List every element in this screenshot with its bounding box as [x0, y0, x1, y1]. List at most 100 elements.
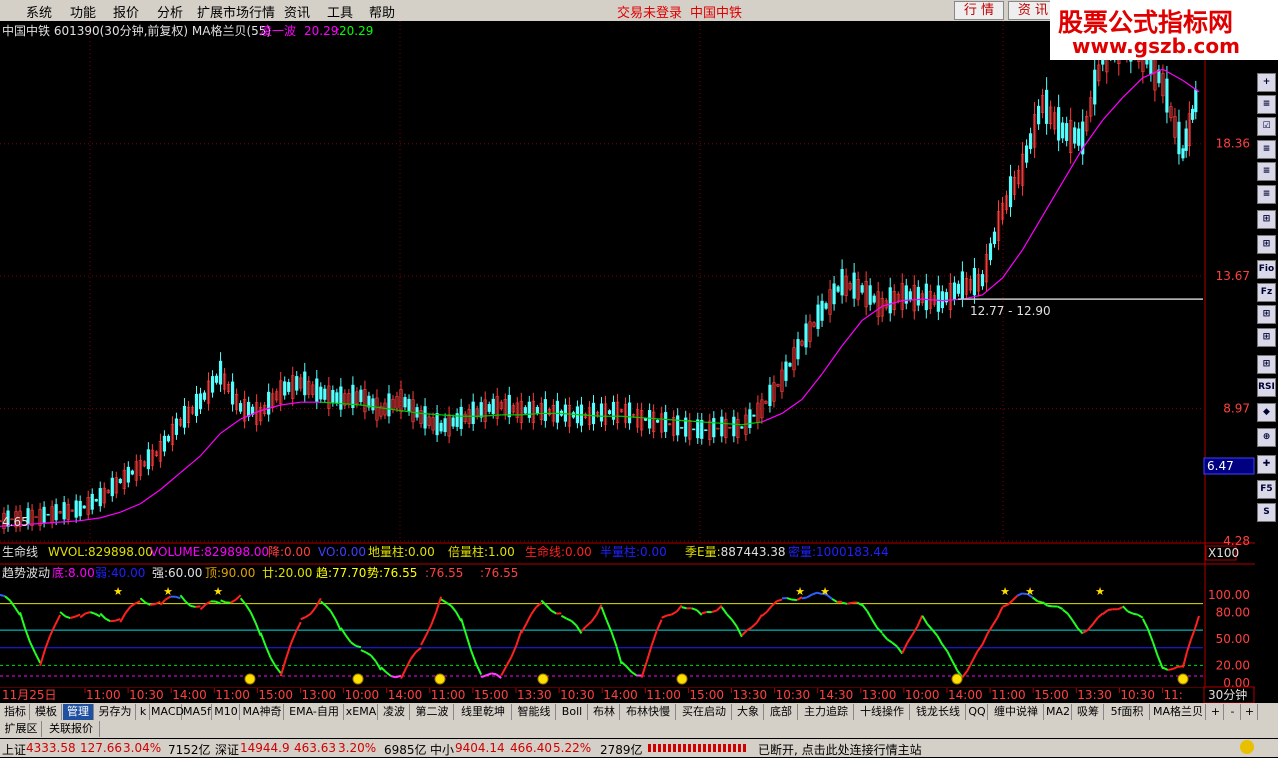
tab-29[interactable]: MA格兰贝 [1151, 704, 1206, 720]
time-tick-label: 14:00 [172, 688, 207, 702]
candle-body [712, 418, 715, 437]
zoom-in-icon[interactable]: + [1257, 73, 1276, 92]
wave-line-segment [306, 614, 311, 617]
tab-nav-0[interactable]: + [1208, 704, 1224, 720]
window-icon[interactable]: ⊞ [1257, 210, 1276, 229]
candle-body [1194, 90, 1197, 112]
menu-item-0[interactable]: 系统 [26, 2, 52, 21]
sync-icon[interactable]: S [1257, 503, 1276, 522]
vol-metric-value: 829898.00 [204, 545, 269, 559]
candle-body [239, 403, 242, 411]
f5-icon[interactable]: F5 [1257, 480, 1276, 499]
candle-body [825, 303, 828, 308]
tab-2[interactable]: 管理 [63, 704, 94, 720]
time-tick-label: 15:00 [689, 688, 724, 702]
vol-metric-name: 降: [268, 545, 284, 559]
menu-item-7[interactable]: 帮助 [369, 2, 395, 21]
tab-26[interactable]: MA2 [1045, 704, 1072, 720]
tab-0[interactable]: 指标 [1, 704, 30, 720]
wave-metric-name: 顶: [205, 566, 221, 580]
tab-22[interactable]: 十线操作 [855, 704, 910, 720]
tab-nav-2[interactable]: + [1242, 704, 1258, 720]
tab-13[interactable]: 线里乾坤 [455, 704, 512, 720]
tab-19[interactable]: 大象 [733, 704, 764, 720]
tab-5[interactable]: MACD [151, 704, 182, 720]
rsi-icon[interactable]: RSI [1257, 378, 1276, 397]
tab-20[interactable]: 底部 [765, 704, 798, 720]
tab-9[interactable]: EMA-自用 [285, 704, 344, 720]
x100-label: X100 [1208, 546, 1239, 560]
candle-body [733, 417, 736, 436]
tab-3[interactable]: 另存为 [95, 704, 136, 720]
tab-4[interactable]: k [137, 704, 150, 720]
tab-11[interactable]: 凌波 [379, 704, 410, 720]
menu-item-2[interactable]: 报价 [113, 2, 139, 21]
tab-24[interactable]: QQ [967, 704, 988, 720]
tab-14[interactable]: 智能线 [513, 704, 556, 720]
tab-6[interactable]: MA5f [183, 704, 212, 720]
tab-23[interactable]: 钱龙长线 [911, 704, 966, 720]
candle-body [853, 273, 856, 298]
tab-1[interactable]: 模板 [31, 704, 62, 720]
f10-icon[interactable]: Fio [1257, 260, 1276, 279]
ma-line-segment [1183, 81, 1199, 92]
tab-extension-area[interactable]: 扩展区 [1, 721, 42, 737]
menu-item-6[interactable]: 工具 [327, 2, 353, 21]
connection-status-icon[interactable] [1240, 740, 1254, 754]
menu-item-4[interactable]: 扩展市场行情 [197, 2, 275, 21]
table-icon[interactable]: ≡ [1257, 140, 1276, 159]
ma-line-segment [802, 374, 822, 399]
tab-7[interactable]: M10 [213, 704, 240, 720]
menu-item-3[interactable]: 分析 [157, 2, 183, 21]
tab-related-quotes[interactable]: 关联报价 [43, 721, 100, 737]
list-icon[interactable]: ≡ [1257, 95, 1276, 114]
candle-body [700, 420, 703, 438]
quote-button[interactable]: 行 情 [954, 1, 1004, 20]
wave-line-segment [566, 619, 571, 621]
check-icon[interactable]: ☑ [1257, 117, 1276, 136]
wave-line-segment [1073, 621, 1078, 629]
star-icon: ★ [795, 585, 805, 598]
candle-body [704, 430, 707, 431]
menu-item-5[interactable]: 资讯 [284, 2, 310, 21]
wave-line-segment [251, 612, 256, 623]
grid-icon[interactable]: ≡ [1257, 162, 1276, 181]
trade-status-text[interactable]: 交易未登录 [617, 2, 682, 21]
tab-15[interactable]: Boll [557, 704, 588, 720]
tab-16[interactable]: 布林 [589, 704, 620, 720]
compare-icon[interactable]: ⊞ [1257, 305, 1276, 324]
candle-body [211, 376, 214, 392]
move-icon[interactable]: ✚ [1257, 455, 1276, 474]
tab-nav-1[interactable]: - [1225, 704, 1241, 720]
bars-icon[interactable]: ≡ [1257, 185, 1276, 204]
tab-18[interactable]: 买在启动 [677, 704, 732, 720]
wave-line-segment [125, 607, 130, 614]
overlay-icon[interactable]: ⊞ [1257, 328, 1276, 347]
tab-21[interactable]: 主力追踪 [799, 704, 854, 720]
tab-25[interactable]: 缠中说禅 [989, 704, 1044, 720]
tab-8[interactable]: MA神奇 [241, 704, 284, 720]
tab-17[interactable]: 布林快慢 [621, 704, 676, 720]
chart-area[interactable]: 18.3613.678.974.2812.77 - 12.906.474.65中… [0, 21, 1278, 703]
candle-body [1037, 106, 1040, 124]
time-tick-label: 10:00 [905, 688, 940, 702]
tab-27[interactable]: 吸筹 [1073, 704, 1104, 720]
tab-28[interactable]: 5f面积 [1105, 704, 1150, 720]
vol-metric-6: 生命线:0.00 [525, 544, 592, 559]
menu-item-1[interactable]: 功能 [70, 2, 96, 21]
candle-body [536, 407, 539, 413]
layout-icon[interactable]: ⊞ [1257, 355, 1276, 374]
crosshair-icon[interactable]: ⊕ [1257, 428, 1276, 447]
diamond-icon[interactable]: ◆ [1257, 403, 1276, 422]
candle-body [267, 392, 270, 414]
tab-10[interactable]: xEMA [345, 704, 378, 720]
connection-message[interactable]: 已断开, 点击此处连接行情主站 [758, 741, 922, 758]
tab-12[interactable]: 第二波 [411, 704, 454, 720]
wave-line-segment [471, 651, 476, 664]
candle-body [43, 507, 46, 522]
wave-metric-1: 弱:40.00 [95, 566, 145, 580]
chart-icon[interactable]: ⊞ [1257, 235, 1276, 254]
candle-body [937, 286, 940, 312]
star-icon: ★ [1025, 585, 1035, 598]
fz-icon[interactable]: Fz [1257, 283, 1276, 302]
